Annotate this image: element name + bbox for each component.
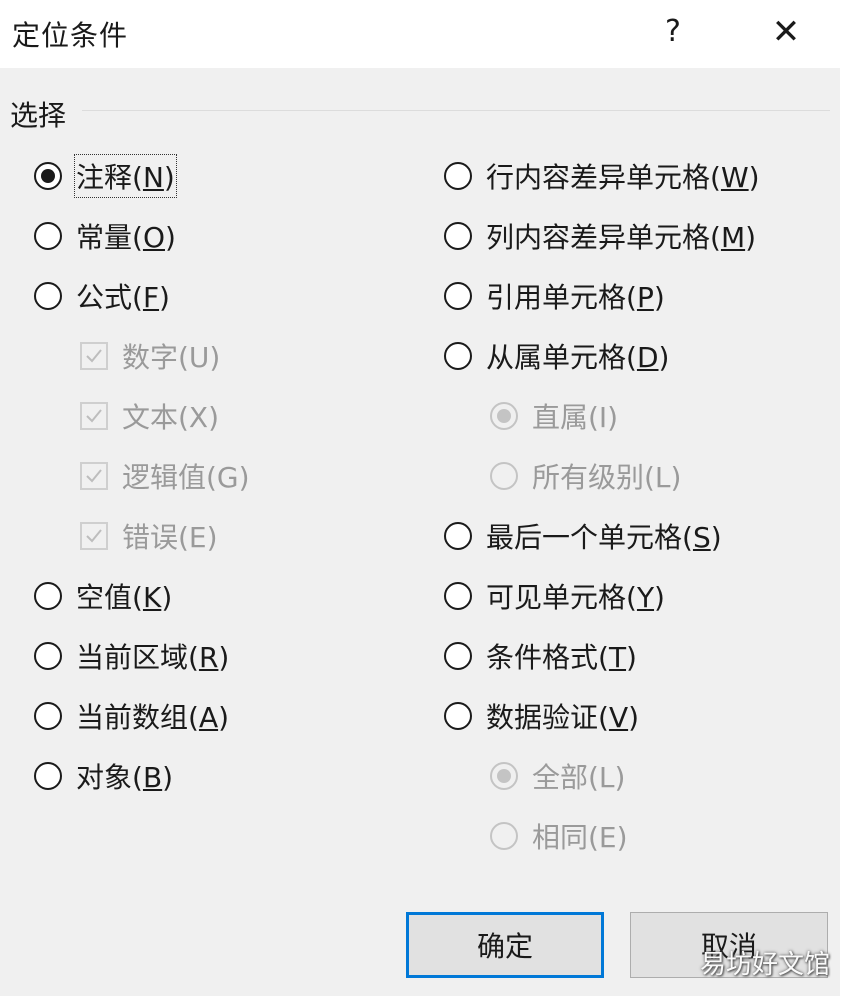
option-formulas[interactable]: 公式(F) <box>34 274 170 318</box>
group-divider <box>82 110 830 111</box>
label-validation-all: 全部(L) <box>532 761 626 794</box>
dialog-edge <box>840 68 848 996</box>
check-icon <box>86 469 102 483</box>
label-precedents: 引用单元格(P) <box>486 281 665 314</box>
close-button[interactable]: ✕ <box>766 10 806 54</box>
check-icon <box>86 409 102 423</box>
option-precedents[interactable]: 引用单元格(P) <box>444 274 665 318</box>
radio-last-cell[interactable] <box>444 522 472 550</box>
radio-blanks[interactable] <box>34 582 62 610</box>
label-visible-cells: 可见单元格(Y) <box>486 581 665 614</box>
label-logicals: 逻辑值(G) <box>122 461 250 494</box>
radio-formulas[interactable] <box>34 282 62 310</box>
option-validation-same[interactable]: 相同(E) <box>490 814 628 858</box>
option-last-cell[interactable]: 最后一个单元格(S) <box>444 514 722 558</box>
option-direct-only[interactable]: 直属(I) <box>490 394 618 438</box>
radio-data-validation[interactable] <box>444 702 472 730</box>
checkbox-box[interactable] <box>80 402 108 430</box>
radio-row-differences[interactable] <box>444 162 472 190</box>
radio-validation-all[interactable] <box>490 762 518 790</box>
checkbox-box[interactable] <box>80 522 108 550</box>
option-row-differences[interactable]: 行内容差异单元格(W) <box>444 154 760 198</box>
option-objects[interactable]: 对象(B) <box>34 754 173 798</box>
radio-current-region[interactable] <box>34 642 62 670</box>
label-formulas: 公式(F) <box>76 281 170 314</box>
option-comments[interactable]: 注释(N) <box>34 154 177 198</box>
radio-current-array[interactable] <box>34 702 62 730</box>
checkbox-errors[interactable]: 错误(E) <box>80 514 218 558</box>
label-validation-same: 相同(E) <box>532 821 628 854</box>
radio-column-differences[interactable] <box>444 222 472 250</box>
label-column-differences: 列内容差异单元格(M) <box>486 221 757 254</box>
option-all-levels[interactable]: 所有级别(L) <box>490 454 681 498</box>
radio-objects[interactable] <box>34 762 62 790</box>
option-blanks[interactable]: 空值(K) <box>34 574 172 618</box>
option-dependents[interactable]: 从属单元格(D) <box>444 334 669 378</box>
radio-visible-cells[interactable] <box>444 582 472 610</box>
check-icon <box>86 349 102 363</box>
label-current-region: 当前区域(R) <box>76 641 230 674</box>
checkbox-numbers[interactable]: 数字(U) <box>80 334 220 378</box>
label-current-array: 当前数组(A) <box>76 701 230 734</box>
label-all-levels: 所有级别(L) <box>532 461 682 494</box>
label-row-differences: 行内容差异单元格(W) <box>486 161 760 194</box>
label-text: 文本(X) <box>122 401 220 434</box>
radio-precedents[interactable] <box>444 282 472 310</box>
check-icon <box>86 529 102 543</box>
checkbox-text[interactable]: 文本(X) <box>80 394 219 438</box>
label-numbers: 数字(U) <box>122 341 221 374</box>
label-conditional-formats: 条件格式(T) <box>486 641 637 674</box>
dialog-titlebar: 定位条件 ? ✕ <box>0 0 848 68</box>
dialog-title: 定位条件 <box>12 19 129 52</box>
label-constants: 常量(O) <box>76 221 176 254</box>
option-constants[interactable]: 常量(O) <box>34 214 176 258</box>
radio-constants[interactable] <box>34 222 62 250</box>
label-comments: 注释(N) <box>74 154 177 198</box>
option-current-region[interactable]: 当前区域(R) <box>34 634 229 678</box>
option-current-array[interactable]: 当前数组(A) <box>34 694 229 738</box>
label-dependents: 从属单元格(D) <box>486 341 670 374</box>
group-label-select: 选择 <box>10 99 67 132</box>
option-data-validation[interactable]: 数据验证(V) <box>444 694 639 738</box>
radio-all-levels[interactable] <box>490 462 518 490</box>
label-errors: 错误(E) <box>122 521 218 554</box>
checkbox-box[interactable] <box>80 462 108 490</box>
option-validation-all[interactable]: 全部(L) <box>490 754 625 798</box>
label-data-validation: 数据验证(V) <box>486 701 640 734</box>
radio-validation-same[interactable] <box>490 822 518 850</box>
watermark-text: 易坊好文馆 <box>700 950 831 980</box>
radio-direct-only[interactable] <box>490 402 518 430</box>
label-objects: 对象(B) <box>76 761 174 794</box>
label-blanks: 空值(K) <box>76 581 173 614</box>
label-direct-only: 直属(I) <box>532 401 619 434</box>
option-column-differences[interactable]: 列内容差异单元格(M) <box>444 214 756 258</box>
ok-button[interactable]: 确定 <box>406 912 604 978</box>
radio-comments[interactable] <box>34 162 62 190</box>
help-button[interactable]: ? <box>656 10 690 54</box>
option-conditional-formats[interactable]: 条件格式(T) <box>444 634 637 678</box>
radio-dependents[interactable] <box>444 342 472 370</box>
radio-conditional-formats[interactable] <box>444 642 472 670</box>
checkbox-box[interactable] <box>80 342 108 370</box>
option-visible-cells[interactable]: 可见单元格(Y) <box>444 574 665 618</box>
checkbox-logicals[interactable]: 逻辑值(G) <box>80 454 250 498</box>
label-last-cell: 最后一个单元格(S) <box>486 521 722 554</box>
